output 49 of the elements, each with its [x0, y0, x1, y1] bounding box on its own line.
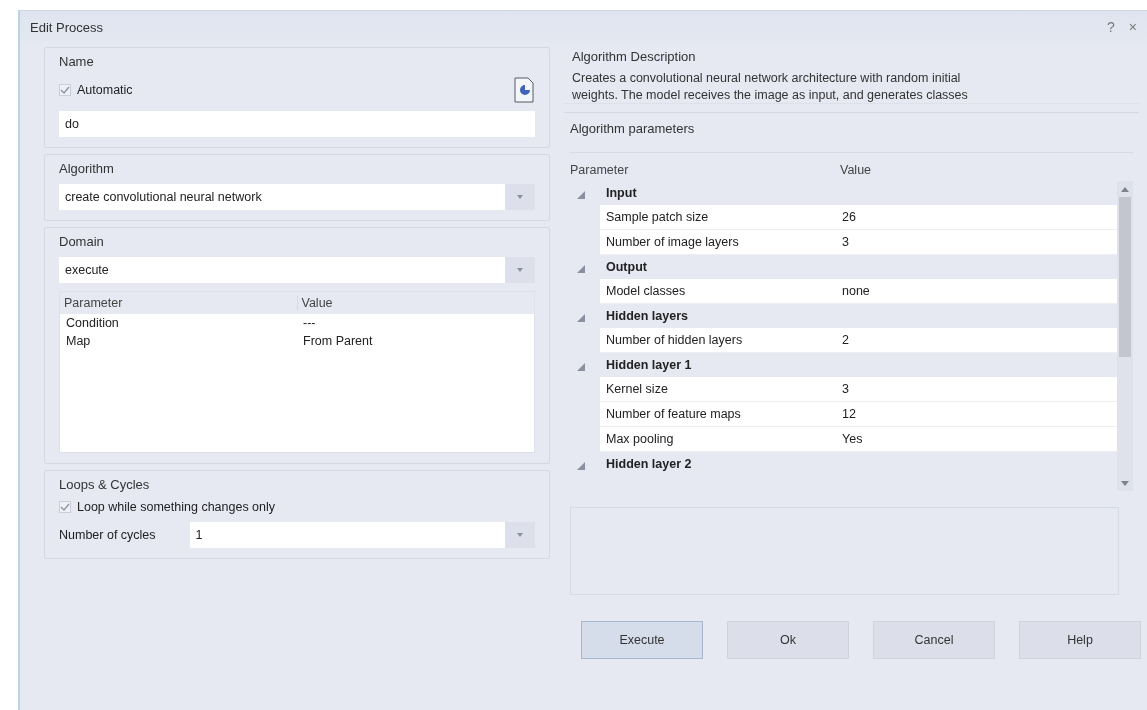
table-cell: 2	[842, 333, 849, 347]
column-header: Value	[840, 163, 872, 177]
scroll-down-icon[interactable]	[1121, 480, 1129, 486]
table-cell-text: Model classes	[605, 284, 687, 298]
table-cell-text: Number of image layers	[605, 235, 740, 249]
table-cell-text: Max pooling	[605, 432, 675, 446]
table-cell: none	[842, 284, 870, 298]
group-title: Loops & Cycles	[59, 477, 151, 492]
group-title: Algorithm parameters	[570, 121, 696, 136]
table-cell-text: Kernel size	[605, 382, 669, 396]
dialog-button[interactable]: Execute	[581, 621, 703, 659]
group-title: Algorithm Description	[572, 49, 697, 64]
table-cell-text: Sample patch size	[605, 210, 710, 224]
checkbox-label[interactable]: Automatic	[77, 83, 133, 97]
table-cell-text: Number of feature maps	[605, 407, 742, 421]
table-cell: 3	[842, 235, 849, 249]
scroll-up-icon[interactable]	[1121, 186, 1129, 192]
checkbox[interactable]	[59, 501, 71, 513]
description-text: Creates a convolutional neural network architecture with random initial weights. The model receives the image as input, and generates classes	[572, 70, 969, 103]
table-cell-text: Condition	[65, 316, 120, 330]
document-icon[interactable]	[513, 77, 535, 103]
column-header: Parameter	[570, 163, 630, 177]
table-cell: 26	[842, 210, 856, 224]
dialog-button[interactable]: Help	[1019, 621, 1141, 659]
group-title: Domain	[59, 234, 105, 249]
window-title: Edit Process	[30, 19, 104, 35]
table-cell: 12	[842, 407, 856, 421]
table-cell-text: Map	[65, 334, 92, 348]
caret-icon[interactable]	[517, 533, 523, 537]
help-button[interactable]: ?	[1107, 19, 1115, 35]
checkbox[interactable]	[59, 84, 71, 96]
table-cell: 3	[842, 382, 849, 396]
table-cell-text: Number of hidden layers	[605, 333, 744, 347]
table-cell-text: ---	[302, 316, 317, 330]
dialog-button[interactable]: Cancel	[873, 621, 995, 659]
table-cell: Yes	[842, 432, 863, 446]
group-title: Name	[59, 54, 95, 69]
column-header: Value	[296, 296, 534, 310]
dialog-button[interactable]: Ok	[727, 621, 849, 659]
name-field[interactable]: do	[59, 111, 535, 137]
table-cell-text: From Parent	[302, 334, 374, 348]
group-title: Algorithm	[59, 161, 115, 176]
scrollbar[interactable]	[1117, 181, 1133, 491]
close-button[interactable]: ×	[1128, 19, 1137, 35]
checkbox-label[interactable]: Loop while something changes only	[77, 500, 276, 514]
caret-icon[interactable]	[517, 195, 523, 199]
field-label: Number of cycles	[59, 528, 156, 542]
caret-icon[interactable]	[517, 268, 523, 272]
column-header: Parameter	[63, 296, 124, 310]
